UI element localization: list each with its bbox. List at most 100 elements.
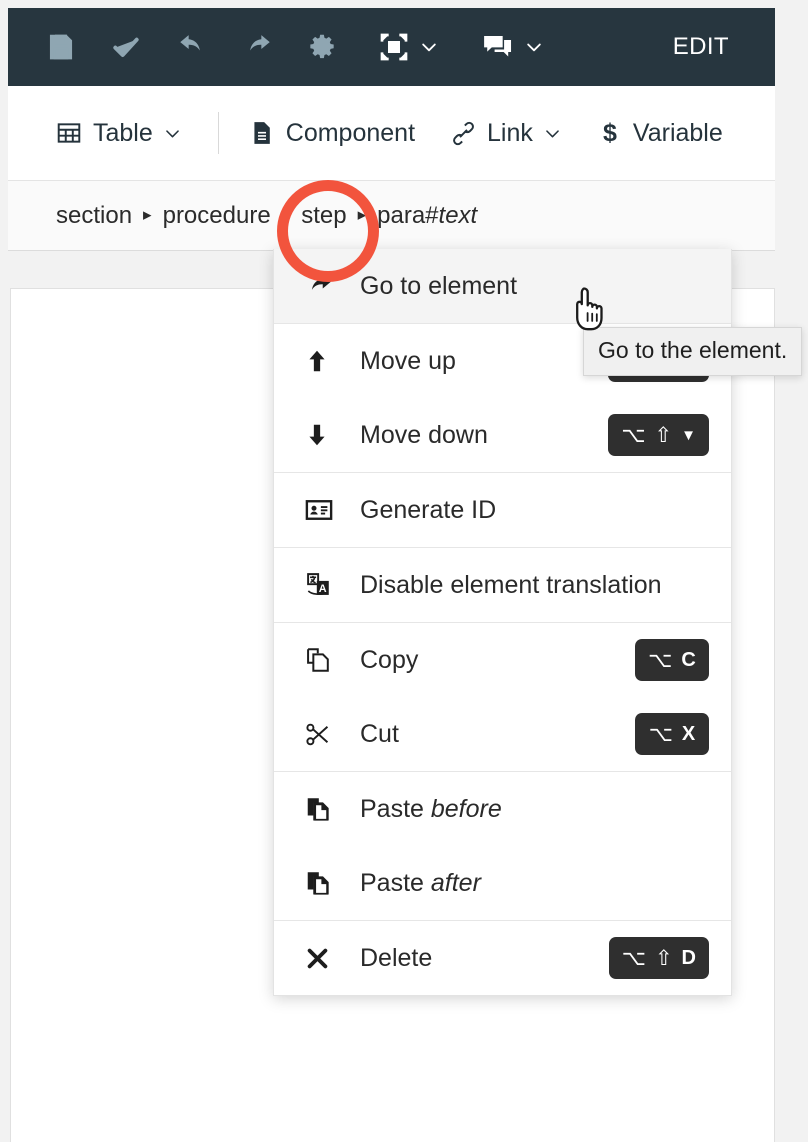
shortcut-key: ⌥ — [648, 722, 673, 746]
paste-icon — [304, 795, 344, 823]
gear-icon — [308, 33, 336, 61]
validate-button[interactable] — [110, 8, 142, 86]
menu-item-label: Paste after — [360, 869, 481, 898]
chevron-down-icon[interactable] — [524, 37, 544, 57]
tooltip: Go to the element. — [583, 327, 803, 376]
shortcut-key: ▼ — [681, 426, 696, 444]
paste-icon — [304, 869, 344, 897]
menu-item-move-down[interactable]: Move down ⌥ ⇧ ▼ — [274, 398, 731, 472]
context-menu-group: Delete ⌥ ⇧ D — [274, 921, 731, 995]
breadcrumb-item-para[interactable]: para#text — [377, 202, 477, 230]
menu-item-disable-element-translation[interactable]: A Disable element translation — [274, 548, 731, 622]
menu-item-cut[interactable]: Cut ⌥ X — [274, 697, 731, 771]
chevron-down-icon[interactable] — [163, 124, 182, 143]
menu-item-label-prefix: Paste — [360, 868, 431, 897]
shortcut-badge: ⌥ X — [635, 713, 709, 755]
context-menu-group: Copy ⌥ C Cut ⌥ X — [274, 623, 731, 772]
table-menu-button[interactable]: Table — [56, 119, 182, 148]
save-button[interactable] — [46, 8, 76, 86]
menu-item-label: Move down — [360, 420, 488, 449]
shortcut-badge: ⌥ C — [635, 639, 709, 681]
close-x-icon — [304, 945, 344, 972]
shortcut-key: ⌥ — [621, 946, 646, 970]
save-icon — [46, 32, 76, 62]
shortcut-key: ⇧ — [654, 423, 673, 447]
redo-icon — [242, 31, 274, 63]
context-menu-group: Paste before Paste after — [274, 772, 731, 921]
menu-item-label: Cut — [360, 719, 399, 748]
shortcut-key: X — [681, 723, 696, 745]
chevron-down-icon[interactable] — [543, 124, 562, 143]
breadcrumb-separator: ▸ — [357, 205, 367, 224]
shortcut-key: ⌥ — [621, 423, 646, 447]
menu-item-label: Delete — [360, 943, 433, 972]
component-button[interactable]: Component — [249, 119, 415, 148]
translate-icon: A — [304, 571, 344, 600]
validate-icon — [110, 31, 142, 63]
menu-item-label-emphasis: after — [430, 868, 481, 897]
menu-item-label: Paste before — [360, 795, 502, 824]
breadcrumb-item-procedure[interactable]: procedure — [163, 202, 271, 230]
arrow-up-icon — [304, 347, 344, 375]
context-menu-group: Generate ID — [274, 473, 731, 548]
menu-item-copy[interactable]: Copy ⌥ C — [274, 623, 731, 697]
shortcut-key: ⇧ — [654, 946, 673, 970]
link-icon — [451, 121, 476, 146]
breadcrumb-separator: ▸ — [281, 205, 291, 224]
shortcut-key: ⌥ — [648, 648, 673, 672]
breadcrumb-para-prefix: para# — [377, 201, 439, 229]
table-icon — [56, 120, 82, 146]
variable-label: Variable — [632, 118, 723, 147]
comments-icon — [481, 30, 515, 64]
copy-icon — [304, 646, 344, 674]
toolbar-divider — [217, 112, 219, 154]
context-menu-group: A Disable element translation — [274, 548, 731, 623]
breadcrumb-separator: ▸ — [143, 205, 152, 224]
menu-item-label: Disable element translation — [360, 570, 662, 599]
shortcut-key: D — [681, 947, 696, 969]
id-card-icon — [304, 495, 344, 525]
chevron-down-icon[interactable] — [419, 37, 439, 57]
settings-button[interactable] — [308, 8, 336, 86]
menu-item-go-to-element[interactable]: Go to element — [274, 249, 731, 323]
menu-item-delete[interactable]: Delete ⌥ ⇧ D — [274, 921, 731, 995]
breadcrumb-para-suffix: text — [438, 201, 478, 229]
menu-item-label: Copy — [360, 645, 419, 674]
variable-button[interactable]: $ Variable — [598, 119, 723, 148]
menu-item-label: Move up — [360, 346, 456, 375]
app-header: EDIT — [8, 8, 775, 86]
shortcut-badge: ⌥ ⇧ D — [608, 937, 709, 979]
fullscreen-button[interactable] — [378, 8, 439, 86]
comments-button[interactable] — [481, 8, 544, 86]
edit-mode-button[interactable]: EDIT — [673, 33, 729, 61]
link-menu-label: Link — [487, 118, 533, 147]
svg-text:$: $ — [603, 119, 617, 147]
dollar-icon: $ — [598, 119, 622, 147]
arrow-down-icon — [304, 421, 344, 449]
go-to-element-icon — [304, 271, 344, 302]
breadcrumb: section ▸ procedure ▸ step ▸ para#text — [8, 180, 775, 251]
redo-button[interactable] — [242, 8, 274, 86]
component-label: Component — [285, 118, 416, 147]
menu-item-label-emphasis: before — [430, 794, 502, 823]
shortcut-badge: ⌥ ⇧ ▼ — [608, 414, 709, 456]
menu-item-label: Go to element — [360, 271, 518, 300]
component-icon — [249, 120, 275, 146]
undo-icon — [176, 31, 208, 63]
shortcut-key: C — [681, 649, 696, 671]
context-menu-group: Go to element — [274, 249, 731, 324]
app-root: EDIT Table Component Link $ Variable sec… — [0, 0, 808, 1142]
breadcrumb-item-section[interactable]: section — [56, 202, 132, 230]
menu-item-paste-after[interactable]: Paste after — [274, 846, 731, 920]
scissors-icon — [304, 720, 344, 749]
menu-item-label: Generate ID — [360, 495, 497, 524]
insert-toolbar: Table Component Link $ Variable — [8, 86, 775, 180]
menu-item-label-prefix: Paste — [360, 794, 431, 823]
link-menu-button[interactable]: Link — [451, 119, 562, 148]
fullscreen-icon — [378, 31, 410, 63]
breadcrumb-item-step[interactable]: step — [301, 202, 346, 230]
menu-item-paste-before[interactable]: Paste before — [274, 772, 731, 846]
undo-button[interactable] — [176, 8, 208, 86]
table-menu-label: Table — [93, 118, 153, 147]
menu-item-generate-id[interactable]: Generate ID — [274, 473, 731, 547]
